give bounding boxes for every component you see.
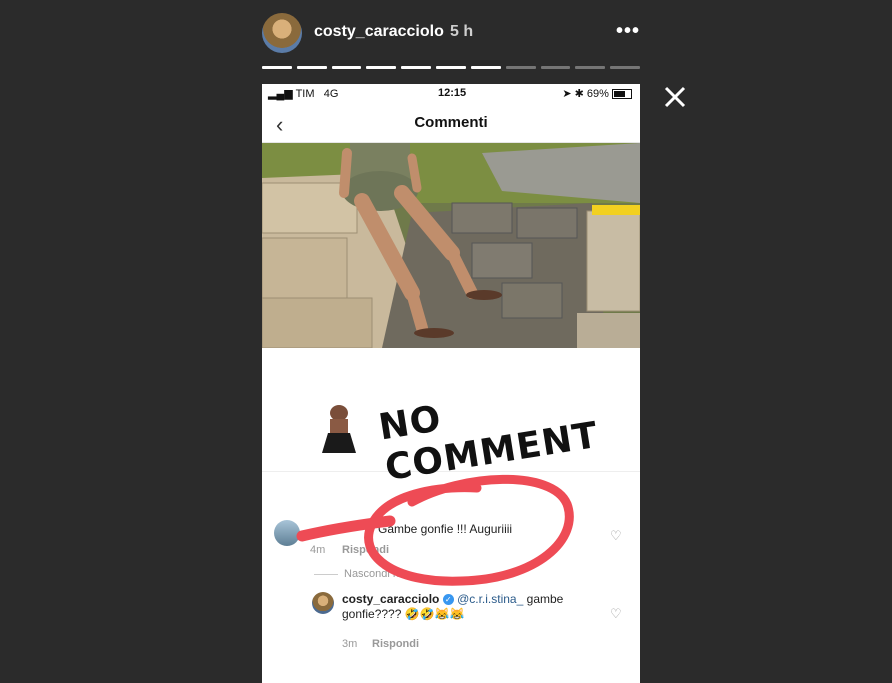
status-bar: ▂▄▆ TIM 4G 12:15 ➤ ✱ 69%: [262, 84, 640, 102]
hide-replies-label[interactable]: Nascondi ri: [344, 568, 399, 580]
photo-illustration: [262, 143, 640, 348]
progress-segment: [296, 66, 327, 69]
like-heart-icon[interactable]: ♡: [610, 606, 622, 622]
progress-segment: [470, 66, 501, 69]
like-heart-icon[interactable]: ♡: [610, 528, 622, 544]
reply-reply-button[interactable]: Rispondi: [372, 638, 419, 650]
divider: [314, 573, 338, 575]
progress-segment: [610, 66, 640, 69]
verified-badge-icon: ✓: [442, 594, 454, 606]
story-avatar[interactable]: [262, 13, 302, 53]
sticker-image: [322, 405, 356, 453]
comment-text: Gambe gonfie !!! Auguriiii: [378, 522, 513, 536]
progress-segment: [401, 66, 432, 69]
page-title: Commenti: [414, 114, 488, 131]
carrier-label: TIM: [295, 88, 315, 100]
progress-segment: [505, 66, 536, 69]
caption-area: NO COMMENT: [262, 348, 640, 489]
progress-segment: [366, 66, 397, 69]
reply-item: costy_caracciolo ✓ @c.r.i.stina_ gambe g…: [262, 590, 640, 670]
hide-replies-row[interactable]: Nascondi ri: [262, 568, 640, 590]
comment-item: Gambe gonfie !!! Auguriiii 4m Rispondi ♡: [262, 472, 640, 568]
reply-mention[interactable]: @c.r.i.stina_: [457, 592, 523, 606]
post-photo[interactable]: [262, 143, 640, 348]
bluetooth-icon: ✱: [574, 88, 584, 100]
story-screenshot: ▂▄▆ TIM 4G 12:15 ➤ ✱ 69% ‹ Commenti NO C…: [262, 84, 640, 683]
story-username[interactable]: costy_caracciolo: [314, 23, 444, 41]
reply-button[interactable]: Rispondi: [342, 544, 389, 556]
reply-username[interactable]: costy_caracciolo: [342, 592, 439, 606]
progress-segment: [436, 66, 466, 69]
location-icon: ➤: [562, 88, 572, 100]
comment-avatar[interactable]: [274, 520, 300, 546]
status-time: 12:15: [438, 87, 467, 99]
story-progress-bar: [262, 66, 640, 69]
progress-segment: [331, 66, 362, 69]
signal-icon: ▂▄▆: [268, 88, 293, 100]
battery-icon: [612, 89, 632, 100]
network-label: 4G: [323, 88, 339, 100]
reply-time: 3m: [342, 638, 358, 650]
progress-segment: [575, 66, 606, 69]
progress-segment: [540, 66, 571, 69]
caption-overlay-text: NO COMMENT: [376, 398, 602, 489]
story-time: 5 h: [450, 23, 474, 40]
battery-percent: 69%: [586, 88, 609, 100]
close-icon[interactable]: [662, 84, 688, 110]
reply-text-line2: gonfie???? 🤣🤣😹😹: [342, 607, 465, 621]
reply-avatar[interactable]: [312, 592, 334, 614]
more-options-icon[interactable]: •••: [616, 20, 640, 43]
reply-text-line1: gambe: [526, 592, 564, 606]
comments-nav-bar: ‹ Commenti: [262, 102, 640, 143]
comment-time: 4m: [310, 544, 326, 556]
progress-segment: [262, 66, 292, 69]
